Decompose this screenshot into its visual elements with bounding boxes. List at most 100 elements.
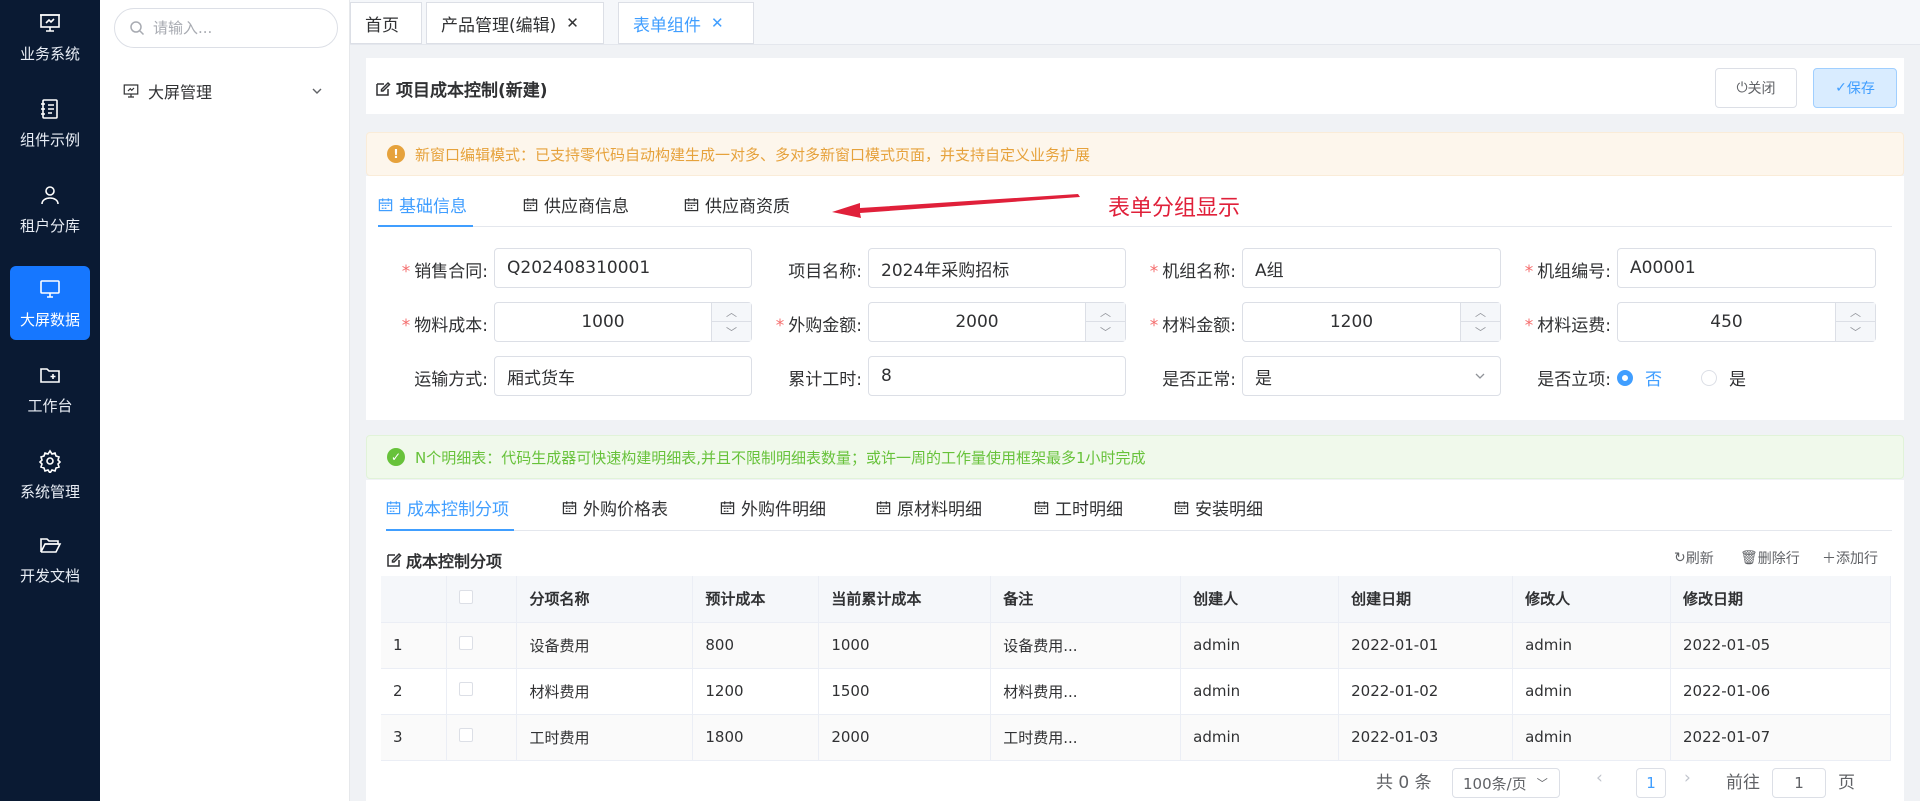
- calendar-icon: [876, 501, 891, 515]
- table-cell[interactable]: 材料费用: [516, 668, 694, 715]
- delete-row-button[interactable]: 🗑 删除行: [1740, 548, 1800, 568]
- transport-input[interactable]: 厢式货车: [494, 356, 752, 396]
- table-cell[interactable]: admin: [1512, 668, 1672, 715]
- table-cell[interactable]: 2022-01-01: [1338, 622, 1514, 669]
- row-checkbox-cell[interactable]: [446, 622, 518, 669]
- detail-tab-cost-items[interactable]: 成本控制分项: [386, 495, 509, 520]
- table-cell[interactable]: admin: [1512, 714, 1672, 761]
- prev-page-icon[interactable]: ‹: [1596, 768, 1603, 788]
- success-alert-text: N个明细表：代码生成器可快速构建明细表,并且不限制明细表数量；或许一周的工作量使…: [415, 448, 1146, 467]
- label-approved: 是否立项:: [1537, 370, 1611, 390]
- table-cell[interactable]: 2022-01-06: [1670, 668, 1891, 715]
- radio-approved-yes[interactable]: 是: [1701, 365, 1746, 390]
- refresh-button[interactable]: ↻ 刷新: [1674, 548, 1714, 568]
- close-button[interactable]: ⏻ 关闭: [1715, 68, 1797, 108]
- table-row[interactable]: 2 材料费用 1200 1500 材料费用... admin 2022-01-0…: [381, 668, 1891, 715]
- header-cell: 备注: [990, 576, 1182, 623]
- table-cell[interactable]: 2022-01-02: [1338, 668, 1514, 715]
- chevron-down-icon[interactable]: [310, 84, 324, 98]
- unit-no-input[interactable]: A00001: [1617, 248, 1876, 288]
- next-page-icon[interactable]: ›: [1684, 768, 1691, 788]
- table-cell[interactable]: 工时费用: [516, 714, 694, 761]
- table-cell[interactable]: 1200: [692, 668, 820, 715]
- search-box[interactable]: [114, 8, 338, 48]
- group-tab-basic[interactable]: 基础信息: [378, 192, 467, 217]
- table-cell[interactable]: 2000: [818, 714, 992, 761]
- table-cell[interactable]: admin: [1180, 714, 1340, 761]
- check-circle-icon: ✓: [387, 448, 405, 466]
- purchase-amount-stepper[interactable]: 2000 ︿ ﹀: [868, 302, 1126, 342]
- detail-tab-purchase-parts[interactable]: 外购件明细: [720, 495, 826, 520]
- table-row[interactable]: 1 设备费用 800 1000 设备费用... admin 2022-01-01…: [381, 622, 1891, 669]
- rail-item-workbench[interactable]: 工作台: [10, 352, 90, 426]
- sales-contract-input[interactable]: Q202408310001: [494, 248, 752, 288]
- stepper-buttons[interactable]: ︿ ﹀: [1835, 303, 1875, 341]
- rail-item-system[interactable]: 系统管理: [10, 438, 90, 512]
- table-cell[interactable]: 设备费用...: [990, 622, 1182, 669]
- header-cell: 修改人: [1512, 576, 1672, 623]
- row-index: 1: [381, 622, 448, 669]
- table-cell[interactable]: 材料费用...: [990, 668, 1182, 715]
- table-cell[interactable]: 2022-01-03: [1338, 714, 1514, 761]
- material-amount-stepper[interactable]: 1200 ︿ ﹀: [1242, 302, 1501, 342]
- table-row[interactable]: 3 工时费用 1800 2000 工时费用... admin 2022-01-0…: [381, 714, 1891, 761]
- page-size-select[interactable]: 100条/页 ﹀: [1452, 768, 1560, 798]
- material-cost-stepper[interactable]: 1000 ︿ ﹀: [494, 302, 752, 342]
- table-cell[interactable]: 工时费用...: [990, 714, 1182, 761]
- table-cell[interactable]: 1500: [818, 668, 992, 715]
- detail-tab-purchase-price[interactable]: 外购价格表: [562, 495, 668, 520]
- tab-form-components[interactable]: 表单组件 ✕: [618, 2, 754, 44]
- table-cell[interactable]: admin: [1512, 622, 1672, 669]
- detail-tab-hours[interactable]: 工时明细: [1034, 495, 1123, 520]
- tabs-bar: 首页 产品管理(编辑) ✕ 表单组件 ✕: [350, 0, 1920, 45]
- row-checkbox[interactable]: [459, 682, 474, 696]
- rail-label: 大屏数据: [19, 310, 80, 329]
- normal-select[interactable]: 是: [1242, 356, 1501, 396]
- search-input[interactable]: [153, 19, 313, 37]
- row-checkbox-cell[interactable]: [446, 668, 518, 715]
- tab-label: 表单组件: [633, 15, 701, 36]
- group-tab-qualification[interactable]: 供应商资质: [684, 192, 790, 217]
- check-icon: ✓: [1835, 80, 1847, 96]
- rail-label: 组件示例: [19, 130, 80, 149]
- table-cell[interactable]: admin: [1180, 668, 1340, 715]
- table-cell[interactable]: 800: [692, 622, 820, 669]
- row-index: 2: [381, 668, 448, 715]
- tab-home[interactable]: 首页: [350, 2, 422, 44]
- table-cell[interactable]: 2022-01-05: [1670, 622, 1891, 669]
- table-cell[interactable]: 设备费用: [516, 622, 694, 669]
- label-material-amount: * 材料金额:: [1149, 316, 1236, 336]
- table-cell[interactable]: 1000: [818, 622, 992, 669]
- tree-item-bigscreen-mgmt[interactable]: 大屏管理: [122, 76, 332, 106]
- save-button[interactable]: ✓ 保存: [1813, 68, 1897, 108]
- close-icon[interactable]: ✕: [566, 14, 579, 32]
- row-checkbox-cell[interactable]: [446, 714, 518, 761]
- annotation-arrow-icon: [832, 194, 1080, 218]
- row-checkbox[interactable]: [459, 728, 474, 742]
- rail-item-components[interactable]: 组件示例: [10, 86, 90, 160]
- hours-input[interactable]: 8: [868, 356, 1126, 396]
- group-tab-supplier[interactable]: 供应商信息: [523, 192, 629, 217]
- radio-approved-no[interactable]: 否: [1617, 365, 1662, 390]
- rail-item-business[interactable]: 业务系统: [10, 0, 90, 74]
- table-cell[interactable]: 1800: [692, 714, 820, 761]
- table-cell[interactable]: 2022-01-07: [1670, 714, 1891, 761]
- tab-product-edit[interactable]: 产品管理(编辑) ✕: [426, 2, 604, 44]
- label-hours: 累计工时:: [788, 370, 862, 390]
- rail-item-tenant[interactable]: 租户分库: [10, 172, 90, 246]
- material-freight-stepper[interactable]: 450 ︿ ﹀: [1617, 302, 1876, 342]
- header-checkbox[interactable]: [446, 576, 518, 623]
- page-number-current[interactable]: 1: [1636, 768, 1666, 798]
- rail-item-docs[interactable]: 开发文档: [10, 522, 90, 596]
- table-cell[interactable]: admin: [1180, 622, 1340, 669]
- rail-item-bigscreen[interactable]: 大屏数据: [10, 266, 90, 340]
- unit-name-input[interactable]: A组: [1242, 248, 1501, 288]
- detail-tab-install[interactable]: 安装明细: [1174, 495, 1263, 520]
- select-all-checkbox[interactable]: [459, 589, 474, 604]
- project-name-input[interactable]: 2024年采购招标: [868, 248, 1126, 288]
- close-icon[interactable]: ✕: [711, 14, 724, 32]
- detail-tab-raw-material[interactable]: 原材料明细: [876, 495, 982, 520]
- row-checkbox[interactable]: [459, 636, 474, 650]
- add-row-button[interactable]: ＋添加行: [1822, 548, 1878, 568]
- goto-page-input[interactable]: 1: [1772, 768, 1826, 798]
